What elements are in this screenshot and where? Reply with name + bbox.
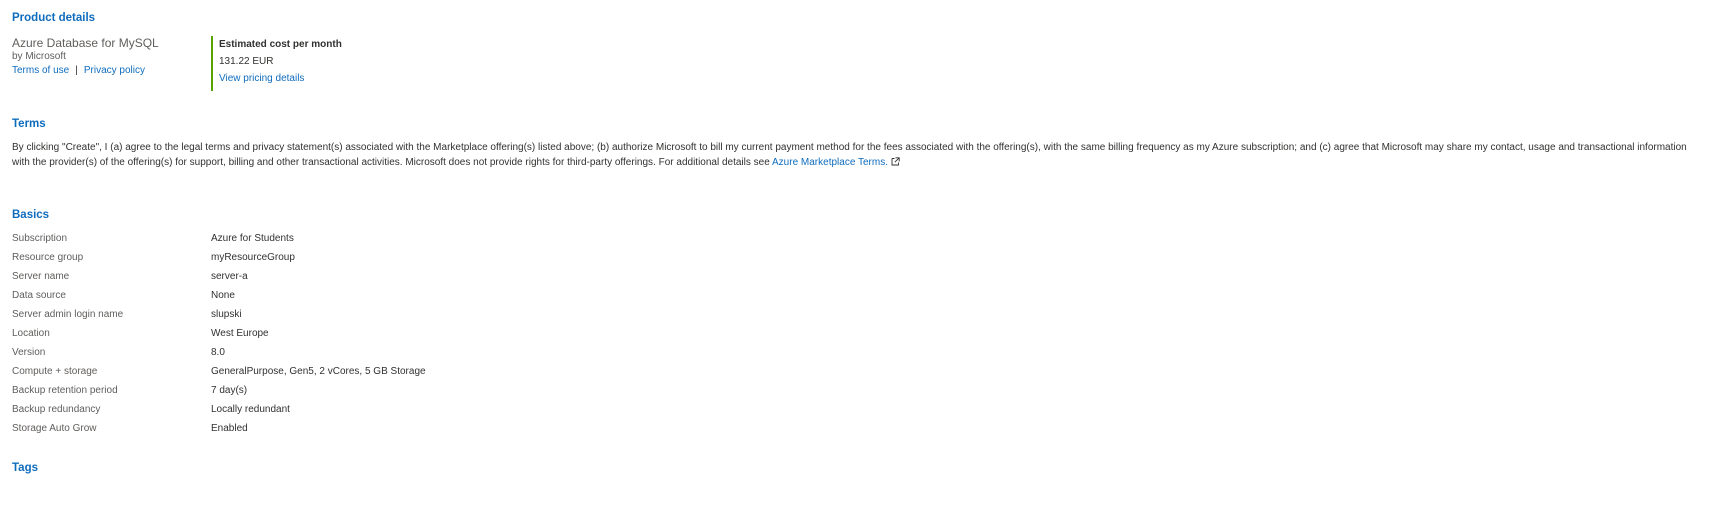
estimated-cost-label: Estimated cost per month [219, 39, 342, 50]
basics-heading: Basics [12, 209, 50, 221]
basics-value: None [211, 290, 235, 301]
product-links: Terms of use | Privacy policy [12, 65, 145, 76]
basics-key: Subscription [12, 233, 68, 244]
link-separator: | [75, 65, 78, 76]
review-create-page: Product details Azure Database for MySQL… [0, 0, 1710, 517]
basics-value: Enabled [211, 423, 248, 434]
azure-marketplace-terms-link[interactable]: Azure Marketplace Terms. [772, 157, 888, 168]
basics-key: Backup redundancy [12, 404, 101, 415]
product-name: Azure Database for MySQL [12, 36, 159, 50]
basics-value: 7 day(s) [211, 385, 248, 396]
basics-value: GeneralPurpose, Gen5, 2 vCores, 5 GB Sto… [211, 366, 426, 377]
basics-key: Version [12, 347, 46, 358]
basics-value: Locally redundant [211, 404, 290, 415]
basics-key: Location [12, 328, 50, 339]
basics-key: Server admin login name [12, 309, 124, 320]
privacy-policy-link[interactable]: Privacy policy [84, 65, 145, 76]
terms-text: By clicking "Create", I (a) agree to the… [12, 141, 1700, 170]
estimated-cost-panel: Estimated cost per month 131.22 EUR View… [211, 36, 342, 91]
basics-value: slupski [211, 309, 242, 320]
basics-value: 8.0 [211, 347, 225, 358]
basics-key: Resource group [12, 252, 84, 263]
basics-value: West Europe [211, 328, 269, 339]
basics-key: Server name [12, 271, 70, 282]
product-publisher: by Microsoft [12, 51, 66, 62]
tags-heading: Tags [12, 462, 38, 474]
external-link-icon [891, 156, 900, 166]
basics-value: myResourceGroup [211, 252, 295, 263]
basics-value: server-a [211, 271, 248, 282]
view-pricing-details-link[interactable]: View pricing details [219, 73, 342, 84]
basics-key: Backup retention period [12, 385, 118, 396]
terms-of-use-link[interactable]: Terms of use [12, 65, 69, 76]
product-details-heading: Product details [12, 12, 96, 24]
basics-key: Storage Auto Grow [12, 423, 97, 434]
estimated-cost-value: 131.22 EUR [219, 56, 274, 67]
basics-key: Data source [12, 290, 66, 301]
basics-key: Compute + storage [12, 366, 98, 377]
basics-value: Azure for Students [211, 233, 294, 244]
terms-heading: Terms [12, 118, 46, 130]
